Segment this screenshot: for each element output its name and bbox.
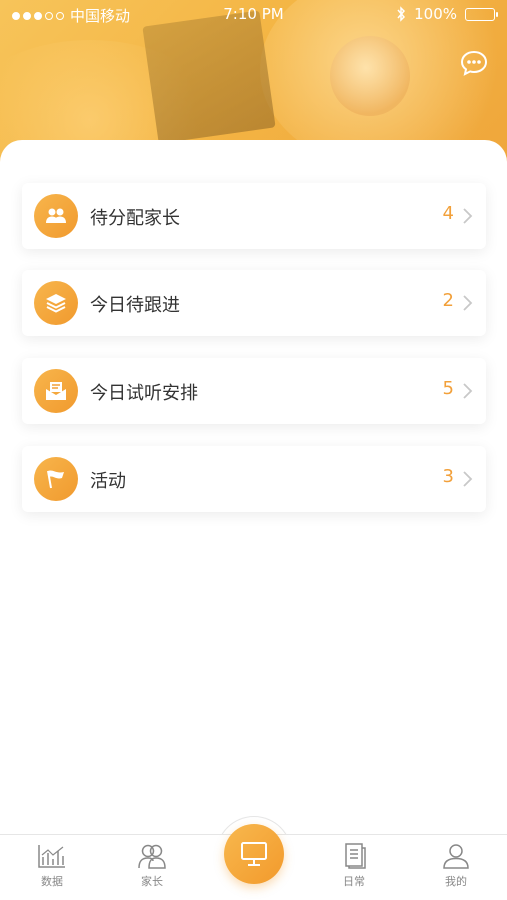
- menu-item-trial-schedule-today[interactable]: 今日试听安排 5: [22, 358, 486, 424]
- chevron-right-icon: [463, 295, 473, 311]
- tab-label: 家长: [141, 875, 163, 888]
- bluetooth-icon: [397, 6, 406, 22]
- flag-icon: [34, 457, 78, 501]
- banner-book-image: [142, 10, 276, 144]
- menu-item-label: 今日待跟进: [90, 295, 180, 316]
- tab-label: 我的: [445, 875, 467, 888]
- profile-icon: [443, 844, 469, 869]
- menu-item-activities[interactable]: 活动 3: [22, 446, 486, 512]
- menu-item-count: 2: [442, 290, 454, 311]
- chevron-right-icon: [463, 208, 473, 224]
- document-icon: [345, 843, 366, 869]
- battery-icon: [465, 7, 498, 21]
- chevron-right-icon: [463, 471, 473, 487]
- status-right: 100%: [396, 5, 498, 23]
- menu-item-count: 3: [442, 466, 454, 487]
- menu-item-count: 4: [442, 203, 454, 224]
- tab-daily[interactable]: 日常: [324, 843, 384, 889]
- banner-child-image: [330, 36, 410, 116]
- tab-center-monitor-button[interactable]: [224, 824, 284, 884]
- chart-icon: [38, 845, 65, 868]
- menu-item-follow-up-today[interactable]: 今日待跟进 2: [22, 270, 486, 336]
- parents-icon: [138, 844, 166, 869]
- monitor-icon: [241, 842, 267, 866]
- chevron-right-icon: [463, 383, 473, 399]
- tab-parents[interactable]: 家长: [122, 843, 182, 889]
- tab-label: 数据: [41, 875, 63, 888]
- envelope-icon: [34, 369, 78, 413]
- menu-item-count: 5: [442, 378, 454, 399]
- tab-label: 日常: [343, 875, 365, 888]
- menu-item-label: 待分配家长: [90, 208, 180, 229]
- menu-item-label: 活动: [90, 471, 126, 492]
- message-button[interactable]: [460, 49, 488, 77]
- battery-percent: 100%: [414, 5, 457, 23]
- layers-icon: [34, 281, 78, 325]
- menu-item-unassigned-parents[interactable]: 待分配家长 4: [22, 183, 486, 249]
- tab-mine[interactable]: 我的: [426, 843, 486, 889]
- people-icon: [34, 194, 78, 238]
- status-bar: 中国移动 7:10 PM 100%: [0, 0, 507, 28]
- chat-bubble-icon: [460, 50, 488, 76]
- tab-data[interactable]: 数据: [22, 843, 82, 889]
- menu-item-label: 今日试听安排: [90, 383, 198, 404]
